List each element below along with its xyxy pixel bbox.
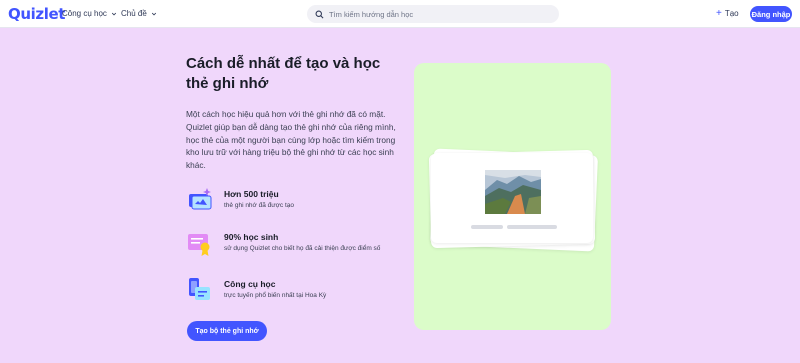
feature-subtitle: sử dụng Quizlet cho biết họ đã cải thiện… xyxy=(224,245,381,252)
feature-title: Hơn 500 triệu xyxy=(224,189,279,199)
hero-description: Một cách học hiệu quả hơn với thẻ ghi nh… xyxy=(186,109,396,171)
feature-subtitle: thẻ ghi nhớ đã được tạo xyxy=(224,202,294,209)
plus-icon: + xyxy=(716,7,722,19)
login-button[interactable]: Đăng nhập xyxy=(750,6,792,22)
feature-subtitle: trực tuyến phổ biến nhất tại Hoa Kỳ xyxy=(224,292,327,299)
search-input[interactable] xyxy=(329,9,549,19)
nav-subjects[interactable]: Chủ đề xyxy=(121,9,157,18)
create-button[interactable]: + Tạo xyxy=(716,7,739,19)
chevron-down-icon xyxy=(111,12,117,15)
flashcard-text-placeholder xyxy=(471,225,503,229)
create-flashcards-button[interactable]: Tạo bộ thẻ ghi nhớ xyxy=(187,321,267,341)
landscape-painting-image xyxy=(485,170,541,214)
nav-study-tools[interactable]: Công cụ học xyxy=(62,9,117,18)
hero-title: Cách dễ nhất để tạo và học thẻ ghi nhớ xyxy=(186,55,381,92)
feature-item: 90% học sinh sử dụng Quizlet cho biết họ… xyxy=(186,230,386,266)
search-icon xyxy=(315,10,324,18)
feature-item: Công cụ học trực tuyến phổ biến nhất tại… xyxy=(186,277,386,313)
top-navbar: Quizlet Công cụ học Chủ đề + Tạo Đăng nh… xyxy=(0,0,800,28)
chevron-down-icon xyxy=(151,12,156,15)
feature-title: 90% học sinh xyxy=(224,232,279,242)
nav-subjects-label: Chủ đề xyxy=(121,9,147,18)
search-bar[interactable] xyxy=(307,5,559,23)
feature-item: Hơn 500 triệu thẻ ghi nhớ đã được tạo xyxy=(186,187,386,223)
certificate-icon xyxy=(188,234,210,256)
flashcard-text-placeholder xyxy=(507,225,557,229)
feature-title: Công cụ học xyxy=(224,279,276,289)
quizlet-logo[interactable]: Quizlet xyxy=(8,5,65,23)
flashcards-icon xyxy=(189,188,212,210)
nav-study-tools-label: Công cụ học xyxy=(62,9,107,18)
study-tools-icon xyxy=(189,278,210,300)
create-label: Tạo xyxy=(724,9,739,18)
